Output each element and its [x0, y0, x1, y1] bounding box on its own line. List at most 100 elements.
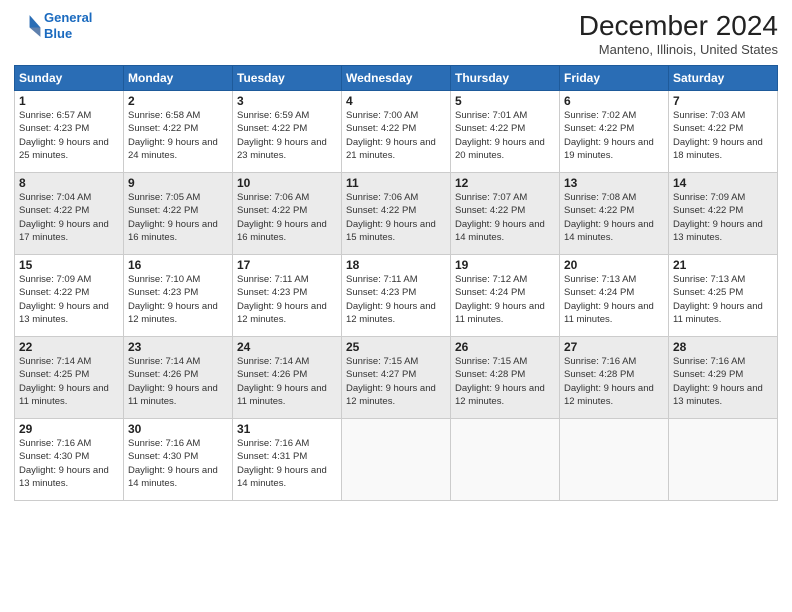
day-number: 9	[128, 176, 228, 190]
calendar-cell: 9Sunrise: 7:05 AMSunset: 4:22 PMDaylight…	[124, 173, 233, 255]
day-info: Sunrise: 7:15 AMSunset: 4:27 PMDaylight:…	[346, 355, 446, 408]
logo-icon	[14, 12, 42, 40]
day-number: 31	[237, 422, 337, 436]
day-number: 3	[237, 94, 337, 108]
calendar-cell: 18Sunrise: 7:11 AMSunset: 4:23 PMDayligh…	[342, 255, 451, 337]
day-number: 7	[673, 94, 773, 108]
day-number: 30	[128, 422, 228, 436]
day-number: 22	[19, 340, 119, 354]
day-info: Sunrise: 7:14 AMSunset: 4:26 PMDaylight:…	[128, 355, 228, 408]
day-number: 26	[455, 340, 555, 354]
calendar-cell: 1Sunrise: 6:57 AMSunset: 4:23 PMDaylight…	[15, 91, 124, 173]
day-number: 14	[673, 176, 773, 190]
calendar-cell: 4Sunrise: 7:00 AMSunset: 4:22 PMDaylight…	[342, 91, 451, 173]
header-tuesday: Tuesday	[233, 66, 342, 91]
day-info: Sunrise: 7:06 AMSunset: 4:22 PMDaylight:…	[237, 191, 337, 244]
day-info: Sunrise: 7:15 AMSunset: 4:28 PMDaylight:…	[455, 355, 555, 408]
calendar-cell: 13Sunrise: 7:08 AMSunset: 4:22 PMDayligh…	[560, 173, 669, 255]
calendar-cell: 3Sunrise: 6:59 AMSunset: 4:22 PMDaylight…	[233, 91, 342, 173]
day-info: Sunrise: 7:14 AMSunset: 4:25 PMDaylight:…	[19, 355, 119, 408]
day-number: 12	[455, 176, 555, 190]
day-number: 1	[19, 94, 119, 108]
calendar-cell: 11Sunrise: 7:06 AMSunset: 4:22 PMDayligh…	[342, 173, 451, 255]
day-info: Sunrise: 7:01 AMSunset: 4:22 PMDaylight:…	[455, 109, 555, 162]
month-title: December 2024	[579, 10, 778, 42]
day-info: Sunrise: 7:06 AMSunset: 4:22 PMDaylight:…	[346, 191, 446, 244]
day-info: Sunrise: 7:09 AMSunset: 4:22 PMDaylight:…	[19, 273, 119, 326]
calendar-cell: 17Sunrise: 7:11 AMSunset: 4:23 PMDayligh…	[233, 255, 342, 337]
calendar-cell	[342, 419, 451, 501]
day-number: 10	[237, 176, 337, 190]
header-friday: Friday	[560, 66, 669, 91]
calendar-cell: 6Sunrise: 7:02 AMSunset: 4:22 PMDaylight…	[560, 91, 669, 173]
header-monday: Monday	[124, 66, 233, 91]
day-number: 13	[564, 176, 664, 190]
day-info: Sunrise: 7:16 AMSunset: 4:31 PMDaylight:…	[237, 437, 337, 490]
day-number: 29	[19, 422, 119, 436]
day-info: Sunrise: 7:07 AMSunset: 4:22 PMDaylight:…	[455, 191, 555, 244]
day-info: Sunrise: 7:11 AMSunset: 4:23 PMDaylight:…	[346, 273, 446, 326]
day-info: Sunrise: 7:11 AMSunset: 4:23 PMDaylight:…	[237, 273, 337, 326]
header: General Blue December 2024 Manteno, Illi…	[14, 10, 778, 57]
calendar-week-1: 1Sunrise: 6:57 AMSunset: 4:23 PMDaylight…	[15, 91, 778, 173]
day-number: 2	[128, 94, 228, 108]
calendar-week-5: 29Sunrise: 7:16 AMSunset: 4:30 PMDayligh…	[15, 419, 778, 501]
calendar-cell: 20Sunrise: 7:13 AMSunset: 4:24 PMDayligh…	[560, 255, 669, 337]
calendar-week-3: 15Sunrise: 7:09 AMSunset: 4:22 PMDayligh…	[15, 255, 778, 337]
logo: General Blue	[14, 10, 92, 41]
header-thursday: Thursday	[451, 66, 560, 91]
day-number: 28	[673, 340, 773, 354]
day-number: 21	[673, 258, 773, 272]
day-info: Sunrise: 7:03 AMSunset: 4:22 PMDaylight:…	[673, 109, 773, 162]
calendar-cell: 30Sunrise: 7:16 AMSunset: 4:30 PMDayligh…	[124, 419, 233, 501]
day-number: 17	[237, 258, 337, 272]
day-info: Sunrise: 7:14 AMSunset: 4:26 PMDaylight:…	[237, 355, 337, 408]
day-info: Sunrise: 7:04 AMSunset: 4:22 PMDaylight:…	[19, 191, 119, 244]
calendar-cell: 12Sunrise: 7:07 AMSunset: 4:22 PMDayligh…	[451, 173, 560, 255]
calendar-cell: 15Sunrise: 7:09 AMSunset: 4:22 PMDayligh…	[15, 255, 124, 337]
calendar-cell: 31Sunrise: 7:16 AMSunset: 4:31 PMDayligh…	[233, 419, 342, 501]
day-info: Sunrise: 7:13 AMSunset: 4:25 PMDaylight:…	[673, 273, 773, 326]
calendar-cell: 26Sunrise: 7:15 AMSunset: 4:28 PMDayligh…	[451, 337, 560, 419]
day-info: Sunrise: 7:16 AMSunset: 4:29 PMDaylight:…	[673, 355, 773, 408]
day-number: 11	[346, 176, 446, 190]
calendar-cell	[669, 419, 778, 501]
day-number: 15	[19, 258, 119, 272]
page: General Blue December 2024 Manteno, Illi…	[0, 0, 792, 612]
day-number: 8	[19, 176, 119, 190]
day-info: Sunrise: 7:00 AMSunset: 4:22 PMDaylight:…	[346, 109, 446, 162]
day-number: 5	[455, 94, 555, 108]
calendar-cell: 7Sunrise: 7:03 AMSunset: 4:22 PMDaylight…	[669, 91, 778, 173]
title-block: December 2024 Manteno, Illinois, United …	[579, 10, 778, 57]
day-info: Sunrise: 7:16 AMSunset: 4:30 PMDaylight:…	[19, 437, 119, 490]
day-number: 25	[346, 340, 446, 354]
calendar-cell: 21Sunrise: 7:13 AMSunset: 4:25 PMDayligh…	[669, 255, 778, 337]
header-wednesday: Wednesday	[342, 66, 451, 91]
day-info: Sunrise: 7:16 AMSunset: 4:28 PMDaylight:…	[564, 355, 664, 408]
header-saturday: Saturday	[669, 66, 778, 91]
day-info: Sunrise: 7:05 AMSunset: 4:22 PMDaylight:…	[128, 191, 228, 244]
day-number: 23	[128, 340, 228, 354]
header-row: Sunday Monday Tuesday Wednesday Thursday…	[15, 66, 778, 91]
calendar: Sunday Monday Tuesday Wednesday Thursday…	[14, 65, 778, 501]
calendar-cell	[451, 419, 560, 501]
calendar-week-4: 22Sunrise: 7:14 AMSunset: 4:25 PMDayligh…	[15, 337, 778, 419]
day-number: 16	[128, 258, 228, 272]
day-info: Sunrise: 6:58 AMSunset: 4:22 PMDaylight:…	[128, 109, 228, 162]
day-number: 4	[346, 94, 446, 108]
day-info: Sunrise: 7:10 AMSunset: 4:23 PMDaylight:…	[128, 273, 228, 326]
day-number: 24	[237, 340, 337, 354]
day-info: Sunrise: 7:12 AMSunset: 4:24 PMDaylight:…	[455, 273, 555, 326]
calendar-cell	[560, 419, 669, 501]
calendar-cell: 27Sunrise: 7:16 AMSunset: 4:28 PMDayligh…	[560, 337, 669, 419]
day-number: 27	[564, 340, 664, 354]
calendar-cell: 14Sunrise: 7:09 AMSunset: 4:22 PMDayligh…	[669, 173, 778, 255]
calendar-cell: 2Sunrise: 6:58 AMSunset: 4:22 PMDaylight…	[124, 91, 233, 173]
calendar-cell: 19Sunrise: 7:12 AMSunset: 4:24 PMDayligh…	[451, 255, 560, 337]
day-info: Sunrise: 6:57 AMSunset: 4:23 PMDaylight:…	[19, 109, 119, 162]
calendar-cell: 28Sunrise: 7:16 AMSunset: 4:29 PMDayligh…	[669, 337, 778, 419]
calendar-cell: 24Sunrise: 7:14 AMSunset: 4:26 PMDayligh…	[233, 337, 342, 419]
day-info: Sunrise: 7:08 AMSunset: 4:22 PMDaylight:…	[564, 191, 664, 244]
day-info: Sunrise: 7:09 AMSunset: 4:22 PMDaylight:…	[673, 191, 773, 244]
calendar-cell: 25Sunrise: 7:15 AMSunset: 4:27 PMDayligh…	[342, 337, 451, 419]
